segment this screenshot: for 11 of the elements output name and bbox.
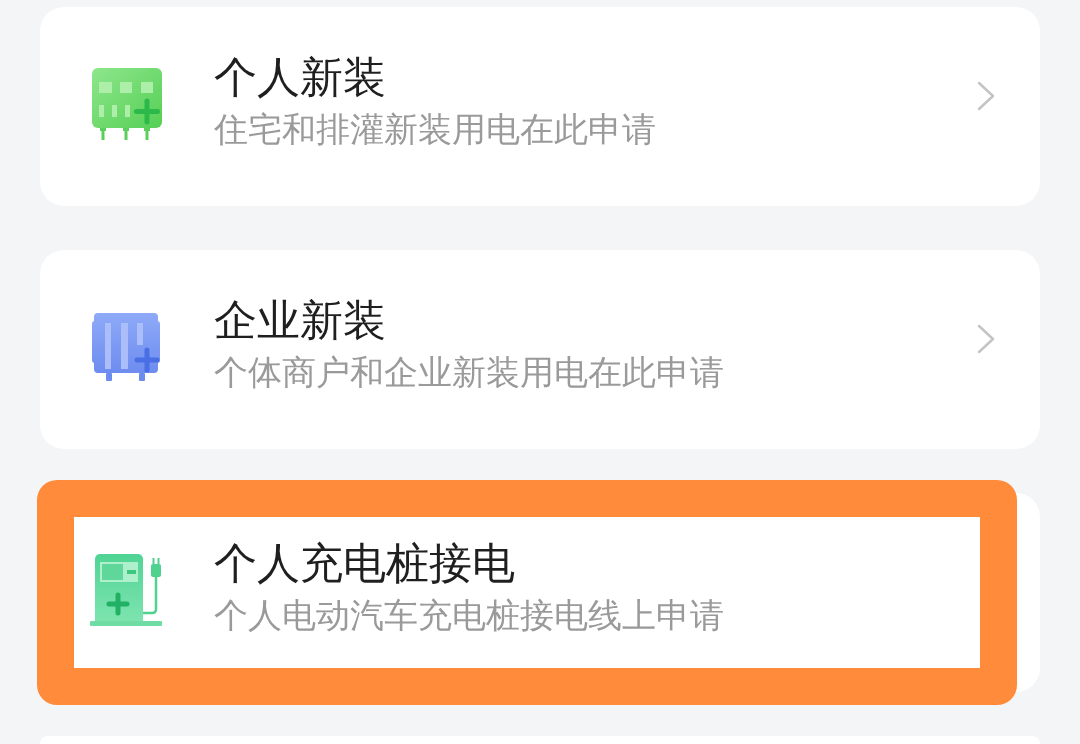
item-title: 个人充电桩接电: [214, 537, 515, 589]
list-card[interactable]: 企业新装 个体商户和企业新装用电在此申请: [40, 250, 1040, 449]
building-plus-icon: [90, 67, 162, 140]
item-title: 企业新装: [214, 294, 386, 346]
item-description: 住宅和排灌新装用电在此申请: [214, 109, 656, 150]
item-title: 个人新装: [214, 51, 386, 103]
item-description: 个人电动汽车充电桩接电线上申请: [214, 595, 724, 636]
item-description: 个体商户和企业新装用电在此申请: [214, 352, 724, 393]
charging-station-icon: [90, 553, 162, 626]
list-card[interactable]: 个人新装 住宅和排灌新装用电在此申请: [40, 7, 1040, 206]
cabinet-plus-icon: [90, 310, 162, 383]
